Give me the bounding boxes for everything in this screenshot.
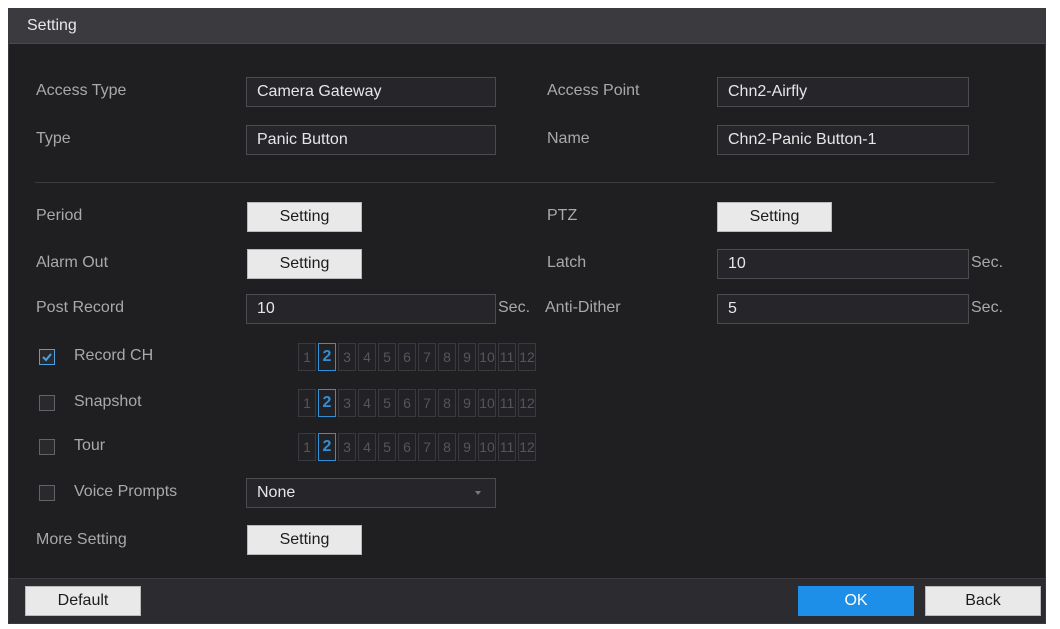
voice-prompts-selected: None xyxy=(257,484,296,501)
default-button[interactable]: Default xyxy=(25,586,141,616)
tour-channel-5[interactable]: 5 xyxy=(378,433,396,461)
access-type-label: Access Type xyxy=(36,82,127,99)
more-setting-button[interactable]: Setting xyxy=(247,525,362,555)
latch-input[interactable]: 10 xyxy=(717,249,969,279)
tour-channel-1[interactable]: 1 xyxy=(298,433,316,461)
snapshot-channel-12[interactable]: 12 xyxy=(518,389,536,417)
voice-prompts-select[interactable]: None xyxy=(246,478,496,508)
snapshot-channel-5[interactable]: 5 xyxy=(378,389,396,417)
tour-channel-6[interactable]: 6 xyxy=(398,433,416,461)
type-label: Type xyxy=(36,130,71,147)
snapshot-channel-10[interactable]: 10 xyxy=(478,389,496,417)
snapshot-channel-9[interactable]: 9 xyxy=(458,389,476,417)
snapshot-channel-3[interactable]: 3 xyxy=(338,389,356,417)
alarm-out-label: Alarm Out xyxy=(36,254,109,271)
post-record-unit: Sec. xyxy=(498,299,531,316)
record-ch-channel-4[interactable]: 4 xyxy=(358,343,376,371)
period-setting-button[interactable]: Setting xyxy=(247,202,362,232)
record-ch-channel-10[interactable]: 10 xyxy=(478,343,496,371)
name-label: Name xyxy=(547,130,590,147)
more-setting-label: More Setting xyxy=(36,531,127,548)
ptz-label: PTZ xyxy=(547,207,578,224)
record-ch-label: Record CH xyxy=(74,347,154,364)
tour-channel-12[interactable]: 12 xyxy=(518,433,536,461)
record-ch-checkbox[interactable] xyxy=(39,349,55,365)
snapshot-channel-1[interactable]: 1 xyxy=(298,389,316,417)
access-point-field: Chn2-Airfly xyxy=(717,77,969,107)
tour-channel-3[interactable]: 3 xyxy=(338,433,356,461)
tour-channel-9[interactable]: 9 xyxy=(458,433,476,461)
snapshot-channel-8[interactable]: 8 xyxy=(438,389,456,417)
type-field: Panic Button xyxy=(246,125,496,155)
dialog-footer: Default OK Back xyxy=(9,578,1045,623)
post-record-input[interactable]: 10 xyxy=(246,294,496,324)
record-ch-channel-8[interactable]: 8 xyxy=(438,343,456,371)
record-ch-channel-11[interactable]: 11 xyxy=(498,343,516,371)
snapshot-label: Snapshot xyxy=(74,393,142,410)
tour-label: Tour xyxy=(74,437,106,454)
snapshot-channel-7[interactable]: 7 xyxy=(418,389,436,417)
tour-channel-10[interactable]: 10 xyxy=(478,433,496,461)
voice-prompts-label: Voice Prompts xyxy=(74,483,178,500)
period-label: Period xyxy=(36,207,83,224)
tour-checkbox[interactable] xyxy=(39,439,55,455)
snapshot-channel-4[interactable]: 4 xyxy=(358,389,376,417)
tour-channel-grid: 1 2 3 4 5 6 7 8 9 10 11 12 xyxy=(298,432,536,462)
title-bar: Setting xyxy=(9,9,1045,44)
dialog-title: Setting xyxy=(27,17,77,34)
ptz-setting-button[interactable]: Setting xyxy=(717,202,832,232)
post-record-label: Post Record xyxy=(36,299,125,316)
snapshot-channel-2[interactable]: 2 xyxy=(318,389,336,417)
record-ch-channel-7[interactable]: 7 xyxy=(418,343,436,371)
anti-dither-input[interactable]: 5 xyxy=(717,294,969,324)
record-ch-channel-grid: 1 2 3 4 5 6 7 8 9 10 11 12 xyxy=(298,342,536,372)
ok-button[interactable]: OK xyxy=(798,586,914,616)
access-point-label: Access Point xyxy=(547,82,640,99)
record-ch-channel-6[interactable]: 6 xyxy=(398,343,416,371)
anti-dither-unit: Sec. xyxy=(971,299,1004,316)
record-ch-channel-2[interactable]: 2 xyxy=(318,343,336,371)
setting-dialog: Setting Access Type Camera Gateway Acces… xyxy=(8,8,1046,624)
back-button[interactable]: Back xyxy=(925,586,1041,616)
record-ch-channel-1[interactable]: 1 xyxy=(298,343,316,371)
snapshot-checkbox[interactable] xyxy=(39,395,55,411)
tour-channel-11[interactable]: 11 xyxy=(498,433,516,461)
tour-channel-4[interactable]: 4 xyxy=(358,433,376,461)
section-divider xyxy=(35,182,995,183)
tour-channel-2[interactable]: 2 xyxy=(318,433,336,461)
record-ch-channel-12[interactable]: 12 xyxy=(518,343,536,371)
alarm-out-setting-button[interactable]: Setting xyxy=(247,249,362,279)
record-ch-channel-5[interactable]: 5 xyxy=(378,343,396,371)
dropdown-caret-icon xyxy=(475,491,481,495)
tour-channel-7[interactable]: 7 xyxy=(418,433,436,461)
snapshot-channel-grid: 1 2 3 4 5 6 7 8 9 10 11 12 xyxy=(298,388,536,418)
voice-prompts-checkbox[interactable] xyxy=(39,485,55,501)
checkmark-icon xyxy=(42,353,52,362)
latch-label: Latch xyxy=(547,254,587,271)
snapshot-channel-6[interactable]: 6 xyxy=(398,389,416,417)
latch-unit: Sec. xyxy=(971,254,1004,271)
record-ch-channel-9[interactable]: 9 xyxy=(458,343,476,371)
access-type-field: Camera Gateway xyxy=(246,77,496,107)
tour-channel-8[interactable]: 8 xyxy=(438,433,456,461)
snapshot-channel-11[interactable]: 11 xyxy=(498,389,516,417)
record-ch-channel-3[interactable]: 3 xyxy=(338,343,356,371)
anti-dither-label: Anti-Dither xyxy=(545,299,621,316)
name-field: Chn2-Panic Button-1 xyxy=(717,125,969,155)
dialog-content: Access Type Camera Gateway Access Point … xyxy=(9,44,1045,579)
